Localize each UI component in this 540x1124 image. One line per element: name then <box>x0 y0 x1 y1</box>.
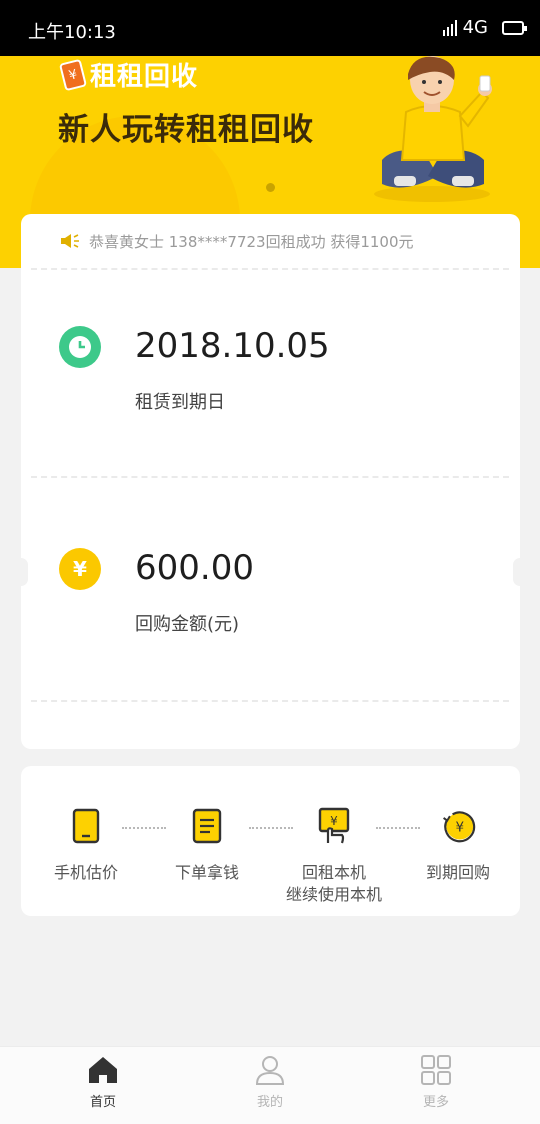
card-notch-left <box>14 558 28 586</box>
due-date-label: 租赁到期日 <box>135 392 225 413</box>
notice-text: 恭喜黄女士 138****7723回租成功 获得1100元 <box>89 232 414 251</box>
network-type: 4G <box>462 17 488 38</box>
yen-coin-icon: ¥ <box>59 548 101 590</box>
phone-yen-icon: ¥ <box>58 58 88 91</box>
step-label: 回租本机 继续使用本机 <box>285 863 382 904</box>
status-time: 上午10:13 <box>28 22 116 43</box>
step-lease-back[interactable]: ¥ 回租本机 继续使用本机 <box>269 806 399 906</box>
banner-decor-dot <box>266 183 275 192</box>
tab-more[interactable]: 更多 <box>396 1053 476 1110</box>
battery-icon <box>502 20 527 35</box>
buyback-amount-value: 600.00 <box>135 548 254 588</box>
grid-icon <box>419 1053 453 1087</box>
divider <box>31 700 509 702</box>
hand-phone-icon: ¥ <box>316 806 352 846</box>
document-icon <box>189 806 225 846</box>
tab-label: 首页 <box>89 1095 116 1110</box>
tab-label: 更多 <box>422 1095 449 1110</box>
step-due-buyback[interactable]: ¥ 到期回购 <box>393 806 523 884</box>
user-icon <box>253 1053 287 1087</box>
app-logo: ¥ 租租回收 <box>58 56 199 93</box>
tab-home[interactable]: 首页 <box>63 1053 143 1110</box>
step-label: 到期回购 <box>425 863 490 882</box>
step-phone-valuation[interactable]: 手机估价 <box>21 806 151 884</box>
step-label: 下单拿钱 <box>174 863 239 882</box>
divider <box>31 268 509 270</box>
tab-label: 我的 <box>256 1095 283 1110</box>
clock-icon <box>59 326 101 368</box>
phone-icon <box>68 806 104 846</box>
banner-title: 新人玩转租租回收 <box>58 112 314 148</box>
speaker-icon <box>61 234 79 248</box>
notice-bar[interactable]: 恭喜黄女士 138****7723回租成功 获得1100元 <box>21 214 520 268</box>
mascot-illustration <box>374 56 492 202</box>
tab-mine[interactable]: 我的 <box>230 1053 310 1110</box>
logo-text: 租租回收 <box>90 62 199 92</box>
card-notch-right <box>513 558 527 586</box>
process-steps-card: 手机估价 下单拿钱 ¥ 回租本机 继续使用本机 ¥ 到期回购 <box>21 766 520 916</box>
yen-refresh-icon: ¥ <box>440 806 476 846</box>
svg-text:¥: ¥ <box>456 819 465 835</box>
step-order-cash[interactable]: 下单拿钱 <box>142 806 272 884</box>
due-date-value: 2018.10.05 <box>135 326 330 366</box>
lease-info-card: 恭喜黄女士 138****7723回租成功 获得1100元 2018.10.05… <box>14 214 527 749</box>
status-bar: 上午10:13 4G <box>0 0 540 56</box>
step-label: 手机估价 <box>53 863 118 882</box>
divider <box>31 476 509 478</box>
bottom-tab-bar: 首页 我的 更多 <box>0 1046 540 1124</box>
signal-icon <box>442 19 457 36</box>
svg-text:¥: ¥ <box>330 814 338 828</box>
home-icon <box>86 1053 120 1087</box>
buyback-amount-label: 回购金额(元) <box>135 614 240 635</box>
status-indicators: 4G <box>442 17 527 38</box>
